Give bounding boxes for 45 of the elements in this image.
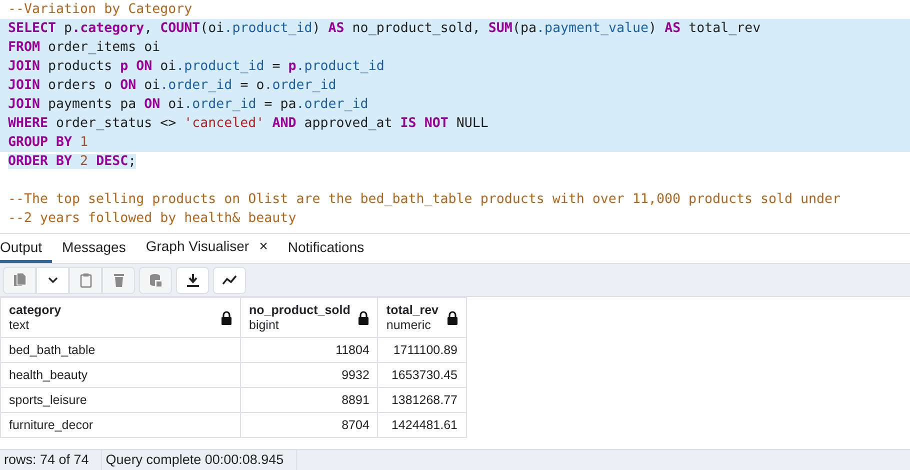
table-cell: 8891 — [240, 388, 378, 412]
code-line: --Variation by Category — [8, 2, 192, 17]
tab[interactable]: Graph Visualiser × — [146, 236, 278, 263]
table-cell: 11804 — [240, 338, 378, 362]
code-line: JOIN payments pa ON oi.order_id = pa.order_id — [8, 97, 368, 112]
table-cell: 1381268.77 — [378, 388, 466, 412]
row-count: rows: 74 of 74 — [0, 450, 102, 470]
table-cell: furniture_decor — [0, 412, 240, 438]
download-icon — [184, 272, 200, 288]
code-line: GROUP BY 1 — [8, 135, 88, 150]
table-cell: sports_leisure — [0, 388, 240, 412]
copy-icon — [12, 272, 28, 288]
table-cell: 1653730.45 — [378, 362, 466, 388]
line-graph-button[interactable] — [213, 266, 246, 294]
close-icon[interactable]: × — [259, 236, 268, 258]
code-line: JOIN products p ON oi.product_id = p.product_id — [8, 59, 384, 74]
table-cell: 8704 — [240, 412, 378, 438]
column-type: text — [9, 318, 30, 332]
code-line: FROM order_items oi — [8, 40, 160, 55]
table-cell: 1424481.61 — [378, 412, 466, 438]
tab[interactable]: Messages — [62, 237, 136, 263]
column-type: numeric — [386, 318, 432, 332]
sql-editor[interactable] — [0, 0, 910, 234]
code-line: SELECT p.category, COUNT(oi.product_id) AS no_product_sold, SUM(pa.payment_value) AS total_rev — [8, 21, 761, 36]
code-line: WHERE order_status <> 'canceled' AND approved_at IS NOT NULL — [8, 116, 488, 131]
table-cell: 9932 — [240, 362, 378, 388]
column-type: bigint — [249, 318, 280, 332]
database-save-icon — [148, 272, 164, 288]
table-cell: health_beauty — [0, 362, 240, 388]
query-status: Query complete 00:00:08.945 — [102, 450, 297, 470]
lock-icon — [221, 310, 232, 324]
table-cell: bed_bath_table — [0, 338, 240, 362]
lock-icon — [446, 310, 458, 324]
code-line: --The top selling products on Olist are the bed_bath_table products with over 11,000 products sold under — [8, 192, 841, 207]
table-cell: 1711100.89 — [378, 338, 466, 362]
lock-icon — [358, 310, 370, 324]
code-line: --2 years followed by health& beauty — [8, 211, 296, 226]
caret-button[interactable] — [36, 266, 69, 294]
tab[interactable]: Notifications — [288, 237, 374, 263]
code-line: JOIN orders o ON oi.order_id = o.order_id — [8, 78, 336, 93]
column-header[interactable]: total_rev — [386, 302, 439, 318]
column-header[interactable]: no_product_sold — [249, 302, 350, 318]
column-header[interactable]: category — [9, 302, 62, 318]
download-button[interactable] — [176, 266, 209, 294]
clipboard-icon — [78, 272, 94, 288]
